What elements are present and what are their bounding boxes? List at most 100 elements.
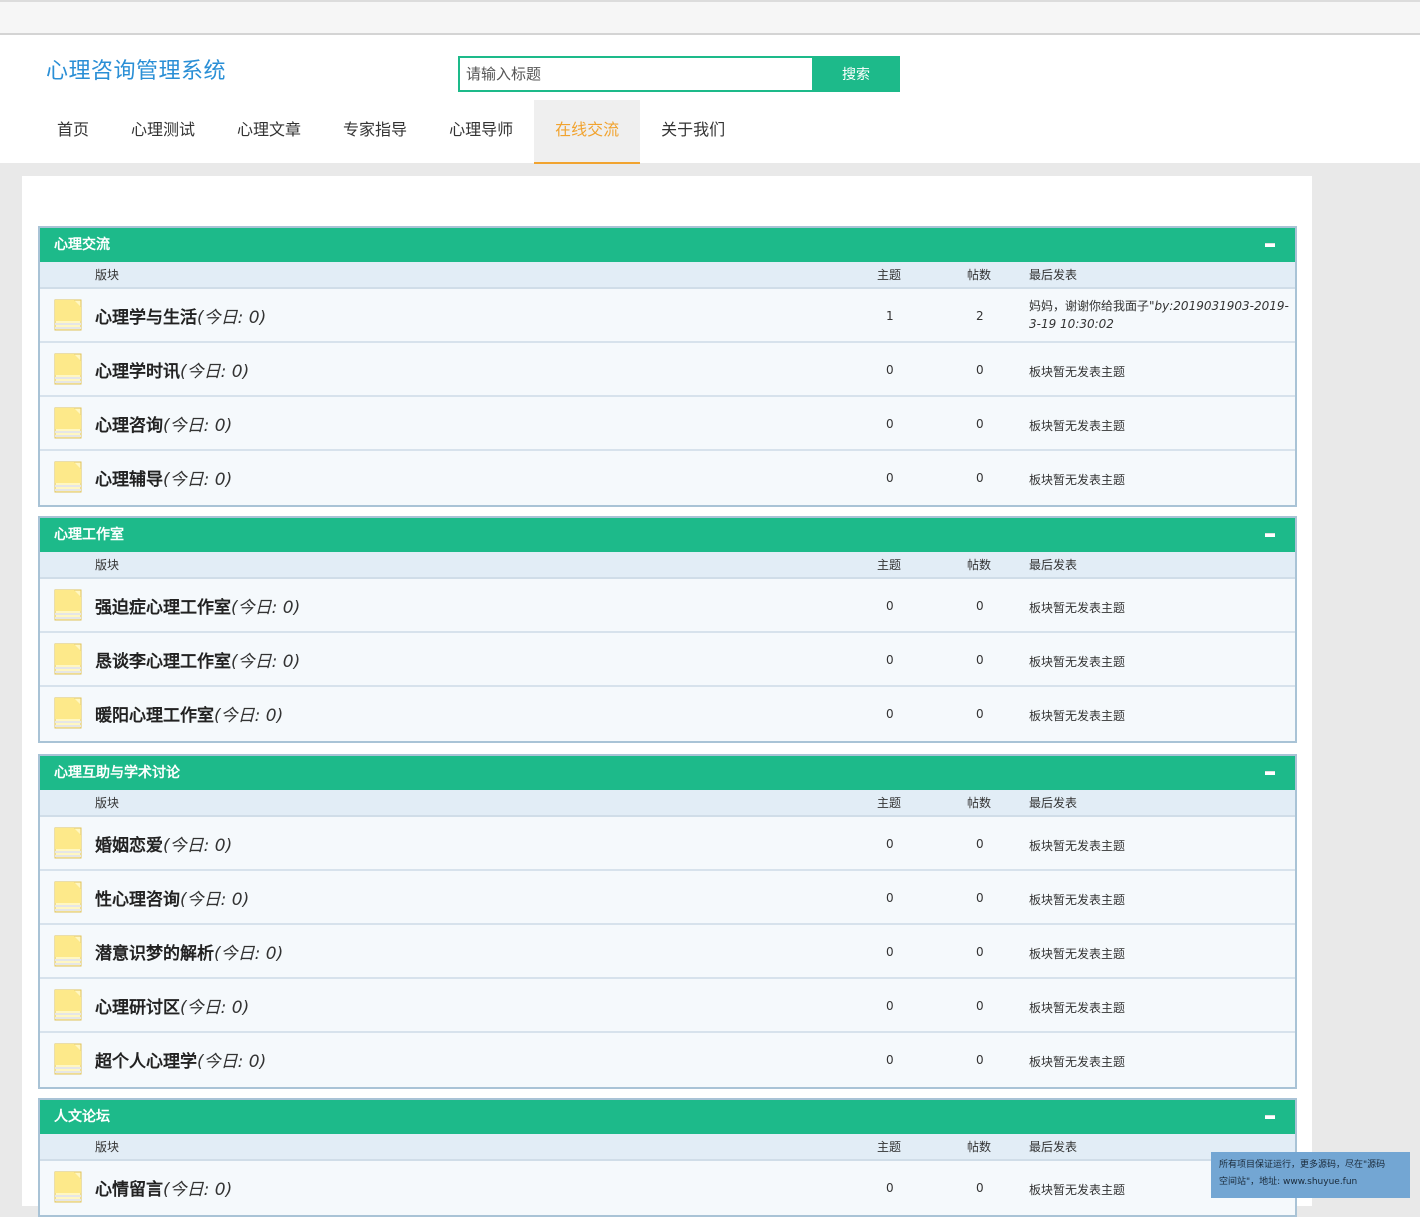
- forum-name[interactable]: 潜意识梦的解析(今日: 0): [95, 939, 283, 964]
- forum-name[interactable]: 心理学时讯(今日: 0): [95, 357, 249, 382]
- forum-name[interactable]: 心理咨询(今日: 0): [95, 411, 232, 436]
- post-count: 0: [976, 1181, 984, 1195]
- forum-title[interactable]: 超个人心理学: [95, 1052, 197, 1072]
- search-button[interactable]: 搜索: [812, 56, 900, 92]
- forum-name[interactable]: 心理辅导(今日: 0): [95, 465, 232, 490]
- section-title[interactable]: 心理工作室: [54, 518, 124, 552]
- forum-title[interactable]: 心情留言: [95, 1180, 163, 1200]
- forum-title[interactable]: 心理学与生活: [95, 308, 197, 328]
- today-count: (今日: 0): [231, 598, 301, 618]
- col-posts: 帖数: [967, 268, 992, 282]
- col-topics: 主题: [877, 1140, 902, 1154]
- last-post-title[interactable]: 妈妈，谢谢你给我面子": [1029, 299, 1155, 313]
- collapse-icon[interactable]: [1265, 533, 1275, 537]
- last-post: 板块暂无发表主题: [1029, 655, 1126, 669]
- today-count: (今日: 0): [163, 470, 233, 490]
- nav-item-home[interactable]: 首页: [36, 100, 110, 164]
- nav-item-online-exchange[interactable]: 在线交流: [534, 100, 641, 164]
- section-title[interactable]: 心理互助与学术讨论: [54, 756, 180, 790]
- forum-row: 心理辅导(今日: 0) 0 0 板块暂无发表主题: [40, 451, 1295, 505]
- forum-name[interactable]: 暖阳心理工作室(今日: 0): [95, 701, 283, 726]
- forum-title[interactable]: 心理研讨区: [95, 998, 180, 1018]
- col-last: 最后发表: [1029, 796, 1078, 810]
- section-header: 心理交流: [40, 228, 1295, 262]
- today-count: (今日: 0): [163, 836, 233, 856]
- forum-name[interactable]: 婚姻恋爱(今日: 0): [95, 831, 232, 856]
- col-board: 版块: [95, 268, 120, 282]
- forum-row: 超个人心理学(今日: 0) 0 0 板块暂无发表主题: [40, 1033, 1295, 1087]
- today-count: (今日: 0): [214, 706, 284, 726]
- forum-title[interactable]: 强迫症心理工作室: [95, 598, 231, 618]
- forum-section: 心理工作室 版块 主题 帖数 最后发表 强迫症心理工作室(今日: 0) 0 0 板块暂无发表主题…: [38, 516, 1297, 743]
- topic-count: 0: [886, 653, 894, 667]
- nav-item-psych-test[interactable]: 心理测试: [110, 100, 216, 164]
- folder-icon: [54, 827, 82, 859]
- topic-count: 0: [886, 471, 894, 485]
- folder-icon: [54, 643, 82, 675]
- search-bar: 搜索: [458, 56, 900, 92]
- topic-count: 0: [886, 707, 894, 721]
- today-count: (今日: 0): [163, 1180, 233, 1200]
- collapse-icon[interactable]: [1265, 243, 1275, 247]
- today-count: (今日: 0): [197, 308, 267, 328]
- forum-title[interactable]: 心理辅导: [95, 470, 163, 490]
- forum-section: 心理互助与学术讨论 版块 主题 帖数 最后发表 婚姻恋爱(今日: 0) 0 0 板块暂无发表主题…: [38, 754, 1297, 1089]
- site-logo-title[interactable]: 心理咨询管理系统: [46, 53, 226, 85]
- search-input[interactable]: [458, 56, 814, 92]
- col-posts: 帖数: [967, 796, 992, 810]
- forum-title[interactable]: 心理学时讯: [95, 362, 180, 382]
- post-count: 2: [976, 309, 984, 323]
- last-post: 板块暂无发表主题: [1029, 839, 1126, 853]
- source-notice: 所有项目保证运行，更多源码，尽在"源码 空间站"，地址: www.shuyue.…: [1211, 1152, 1410, 1198]
- notice-line-1: 所有项目保证运行，更多源码，尽在"源码: [1219, 1160, 1386, 1170]
- forum-title[interactable]: 性心理咨询: [95, 890, 180, 910]
- forum-title[interactable]: 心理咨询: [95, 416, 163, 436]
- last-post: 板块暂无发表主题: [1029, 893, 1126, 907]
- folder-icon: [54, 1043, 82, 1075]
- forum-title[interactable]: 婚姻恋爱: [95, 836, 163, 856]
- forum-title[interactable]: 潜意识梦的解析: [95, 944, 214, 964]
- last-post: 板块暂无发表主题: [1029, 1001, 1126, 1015]
- forum-row: 心理学与生活(今日: 0) 1 2 妈妈，谢谢你给我面子"by:2019031903-…: [40, 289, 1295, 343]
- forum-name[interactable]: 强迫症心理工作室(今日: 0): [95, 593, 300, 618]
- section-title[interactable]: 心理交流: [54, 228, 110, 262]
- topic-count: 0: [886, 837, 894, 851]
- today-count: (今日: 0): [197, 1052, 267, 1072]
- today-count: (今日: 0): [180, 362, 250, 382]
- section-title[interactable]: 人文论坛: [54, 1100, 110, 1134]
- collapse-icon[interactable]: [1265, 771, 1275, 775]
- forum-title[interactable]: 暖阳心理工作室: [95, 706, 214, 726]
- forum-row: 暖阳心理工作室(今日: 0) 0 0 板块暂无发表主题: [40, 687, 1295, 741]
- today-count: (今日: 0): [214, 944, 284, 964]
- forum-title[interactable]: 恳谈李心理工作室: [95, 652, 231, 672]
- section-header: 心理互助与学术讨论: [40, 756, 1295, 790]
- forum-name[interactable]: 性心理咨询(今日: 0): [95, 885, 249, 910]
- nav-item-mentors[interactable]: 心理导师: [428, 100, 534, 164]
- nav-item-expert-guidance[interactable]: 专家指导: [322, 100, 428, 164]
- forum-row: 恳谈李心理工作室(今日: 0) 0 0 板块暂无发表主题: [40, 633, 1295, 687]
- forum-name[interactable]: 恳谈李心理工作室(今日: 0): [95, 647, 300, 672]
- forum-name[interactable]: 心理研讨区(今日: 0): [95, 993, 249, 1018]
- forum-name[interactable]: 心理学与生活(今日: 0): [95, 303, 266, 328]
- topic-count: 0: [886, 363, 894, 377]
- column-header: 版块 主题 帖数 最后发表: [40, 552, 1295, 579]
- col-posts: 帖数: [967, 558, 992, 572]
- column-header: 版块 主题 帖数 最后发表: [40, 262, 1295, 289]
- forum-name[interactable]: 超个人心理学(今日: 0): [95, 1047, 266, 1072]
- today-count: (今日: 0): [231, 652, 301, 672]
- topic-count: 0: [886, 417, 894, 431]
- folder-icon: [54, 299, 82, 331]
- nav-item-articles[interactable]: 心理文章: [216, 100, 322, 164]
- collapse-icon[interactable]: [1265, 1115, 1275, 1119]
- site-header: 心理咨询管理系统 搜索 首页 心理测试 心理文章 专家指导 心理导师 在线交流 …: [0, 35, 1420, 164]
- forum-row: 心理学时讯(今日: 0) 0 0 板块暂无发表主题: [40, 343, 1295, 397]
- nav-item-about[interactable]: 关于我们: [640, 100, 746, 164]
- last-post[interactable]: 妈妈，谢谢你给我面子"by:2019031903-2019-3-19 10:30…: [1029, 297, 1289, 333]
- topic-count: 0: [886, 891, 894, 905]
- col-board: 版块: [95, 796, 120, 810]
- col-board: 版块: [95, 1140, 120, 1154]
- last-post: 板块暂无发表主题: [1029, 601, 1126, 615]
- forum-name[interactable]: 心情留言(今日: 0): [95, 1175, 232, 1200]
- last-post: 板块暂无发表主题: [1029, 419, 1126, 433]
- forum-row: 强迫症心理工作室(今日: 0) 0 0 板块暂无发表主题: [40, 579, 1295, 633]
